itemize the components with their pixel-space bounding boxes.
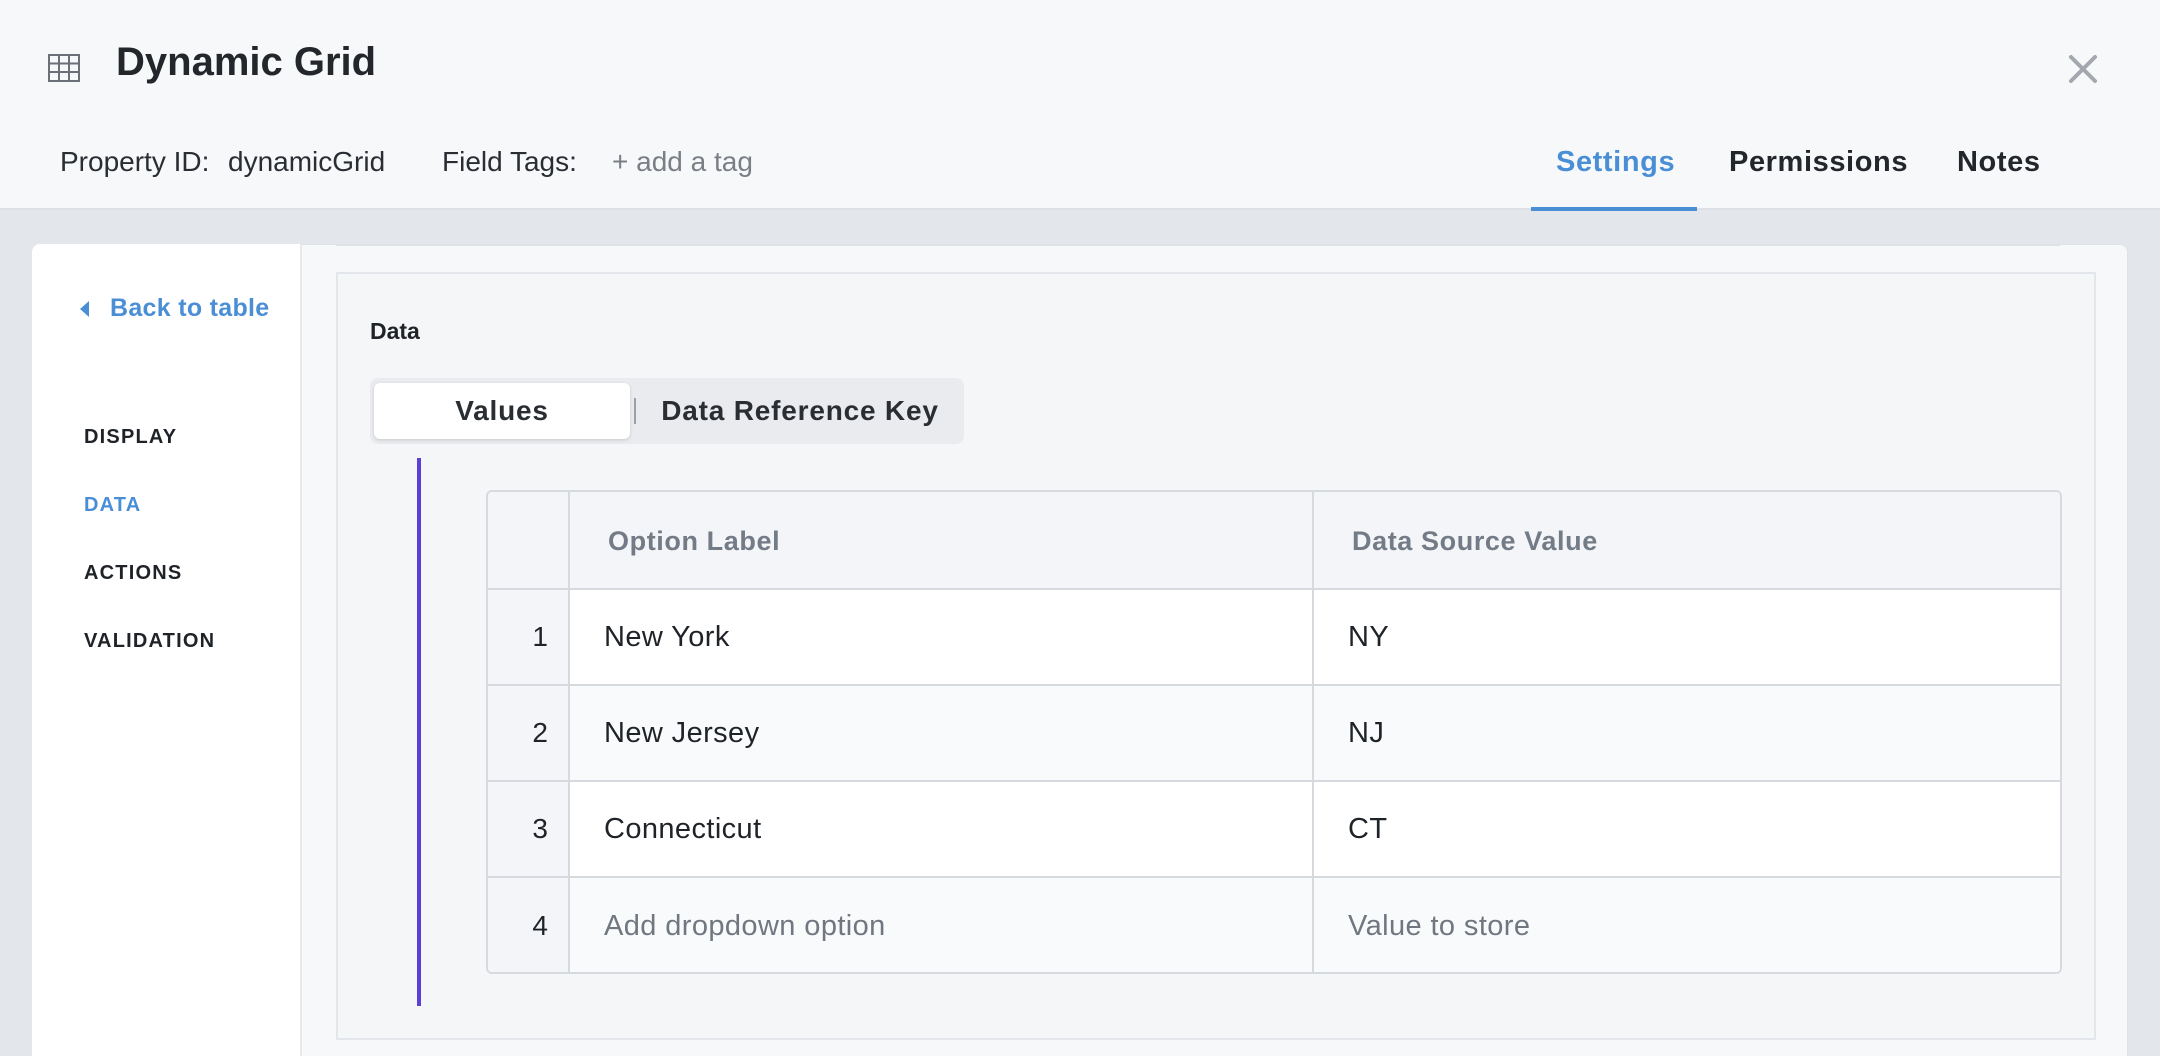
column-header-option-label: Option Label: [608, 526, 781, 556]
options-grid: Option Label Data Source Value 1 New Yor…: [486, 490, 2062, 974]
row-index: 4: [488, 878, 568, 972]
table-row: 2 New Jersey NJ: [488, 686, 2060, 782]
grid-header: Option Label Data Source Value: [488, 492, 2060, 590]
back-to-table-link[interactable]: Back to table: [110, 294, 270, 323]
active-tab-indicator: [1531, 207, 1697, 211]
sidebar-item-display[interactable]: DISPLAY: [84, 426, 177, 449]
row-index: 2: [488, 686, 568, 780]
table-row: 4 Add dropdown option Value to store: [488, 878, 2060, 972]
segment-separator: [634, 398, 636, 424]
data-source-value-placeholder[interactable]: Value to store: [1348, 878, 1530, 972]
caret-left-icon: [80, 301, 89, 317]
section-accent-bar: [417, 458, 421, 1006]
close-icon[interactable]: [2066, 52, 2100, 86]
property-id-label: Property ID:: [60, 146, 210, 177]
property-id-value: dynamicGrid: [228, 146, 386, 177]
section-title: Data: [370, 318, 420, 344]
page-title: Dynamic Grid: [116, 40, 377, 84]
sidebar-item-validation[interactable]: VALIDATION: [84, 630, 215, 653]
table-row: 3 Connecticut CT: [488, 782, 2060, 878]
row-index: 1: [488, 590, 568, 684]
option-label-placeholder[interactable]: Add dropdown option: [604, 878, 886, 972]
data-source-value-cell[interactable]: CT: [1348, 782, 1387, 876]
data-source-value-cell[interactable]: NJ: [1348, 686, 1384, 780]
add-tag-button[interactable]: + add a tag: [612, 146, 753, 178]
table-row: 1 New York NY: [488, 590, 2060, 686]
column-divider: [1312, 492, 1314, 972]
top-divider: [1242, 244, 2060, 246]
option-label-cell[interactable]: New York: [604, 590, 730, 684]
column-header-data-source-value: Data Source Value: [1352, 526, 1598, 556]
option-label-cell[interactable]: New Jersey: [604, 686, 760, 780]
modal-header: Dynamic Grid Property ID: dynamicGrid Fi…: [0, 0, 2160, 211]
sidebar-item-data[interactable]: DATA: [84, 494, 141, 517]
option-label-cell[interactable]: Connecticut: [604, 782, 762, 876]
row-index: 3: [488, 782, 568, 876]
tab-permissions[interactable]: Permissions: [1729, 146, 1908, 179]
segmented-control: Values Data Reference Key: [370, 378, 964, 444]
grid-table-icon: [48, 54, 80, 82]
top-divider: [336, 244, 1242, 246]
tab-notes[interactable]: Notes: [1957, 146, 2041, 179]
sidebar-item-actions[interactable]: ACTIONS: [84, 562, 182, 585]
column-divider: [568, 492, 570, 972]
data-source-value-cell[interactable]: NY: [1348, 590, 1389, 684]
segment-data-reference-key[interactable]: Data Reference Key: [644, 383, 956, 439]
segment-values[interactable]: Values: [374, 383, 630, 439]
tab-settings[interactable]: Settings: [1556, 146, 1675, 179]
field-tags-label: Field Tags:: [442, 146, 577, 177]
